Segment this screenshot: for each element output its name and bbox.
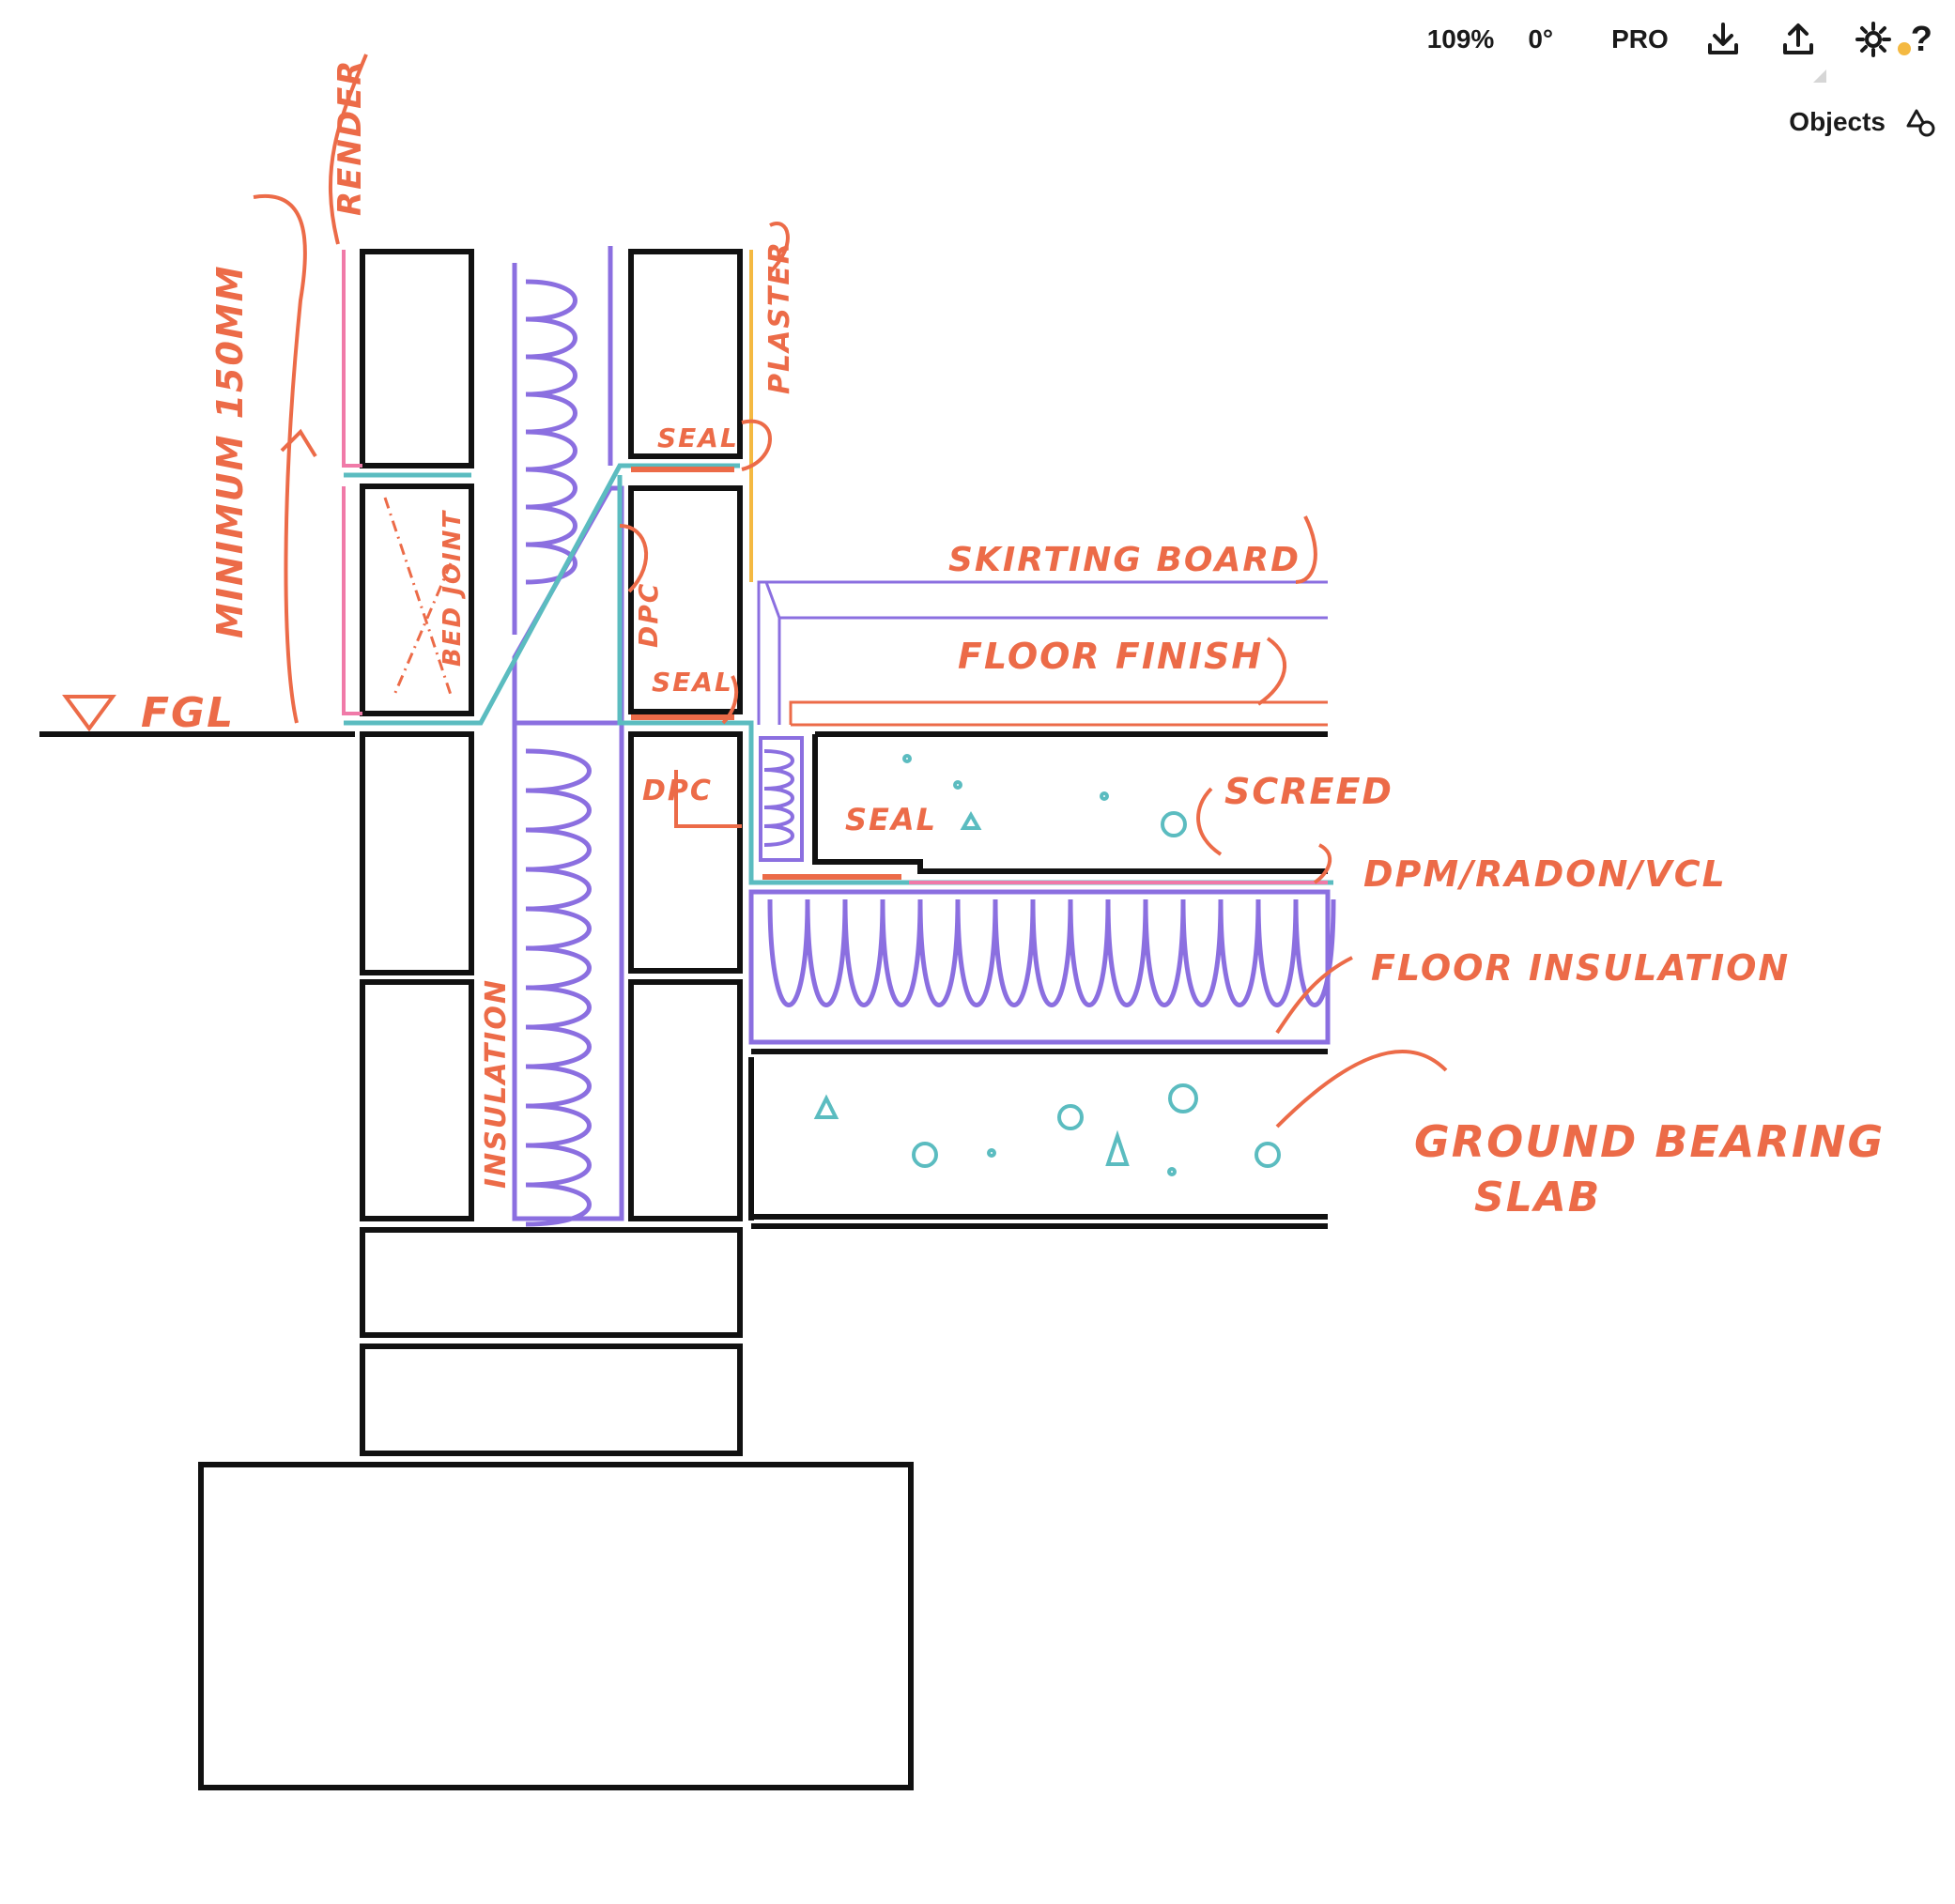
label-dpc-lower: DPC — [642, 775, 713, 807]
annotation-labels: RENDER MINIMUM 150MM FGL BED JOINT PLAST… — [62, 59, 1885, 1221]
download-icon[interactable] — [1701, 17, 1746, 62]
edge-insulation — [759, 736, 804, 862]
label-ground-slab-1: GROUND BEARING — [1414, 1116, 1885, 1167]
label-ground-slab-2: SLAB — [1474, 1174, 1601, 1221]
label-seal-mid: SEAL — [652, 667, 733, 698]
label-bed-joint: BED JOINT — [439, 510, 467, 667]
label-skirting: SKIRTING BOARD — [948, 541, 1301, 579]
screed-aggregate — [902, 754, 1187, 837]
objects-panel-toggle[interactable]: Objects — [1789, 105, 1938, 139]
label-cavity-insulation: INSULATION — [480, 978, 513, 1189]
label-seal-top: SEAL — [657, 422, 739, 453]
help-label: ? — [1910, 19, 1932, 59]
share-icon[interactable] — [1776, 17, 1826, 83]
drawing-canvas[interactable]: RENDER MINIMUM 150MM FGL BED JOINT PLAST… — [0, 0, 1955, 1904]
rotation-angle[interactable]: 0° — [1511, 24, 1570, 54]
label-seal-low: SEAL — [845, 802, 937, 837]
fgl-triangle-icon — [62, 695, 116, 732]
notification-dot — [1897, 41, 1911, 55]
floor-finish — [789, 700, 1328, 727]
label-render: RENDER — [331, 59, 369, 217]
pro-button[interactable]: PRO — [1594, 24, 1686, 54]
slab-aggregate — [813, 1083, 1281, 1176]
label-plaster: PLASTER — [763, 240, 796, 394]
label-minimum: MINIMUM 150MM — [209, 264, 251, 638]
cavity-insulation — [512, 246, 624, 1227]
label-screed: SCREED — [1224, 771, 1393, 812]
shapes-icon — [1906, 109, 1935, 137]
label-floor-finish: FLOOR FINISH — [958, 636, 1263, 677]
label-floor-insulation: FLOOR INSULATION — [1371, 947, 1790, 989]
floor-insulation — [748, 889, 1336, 1045]
zoom-level[interactable]: 109% — [1410, 24, 1512, 54]
objects-label: Objects — [1789, 107, 1886, 136]
help-icon[interactable]: ? — [1897, 19, 1938, 60]
settings-gear-icon[interactable] — [1851, 17, 1896, 62]
ground-bearing-slab — [748, 1049, 1328, 1229]
label-dpc-upper: DPC — [633, 582, 664, 648]
top-toolbar: 109% 0° PRO ? — [1410, 13, 1938, 83]
inner-leaf-blocks — [628, 249, 743, 1221]
label-fgl: FGL — [141, 689, 235, 737]
outer-leaf-blocks — [360, 249, 474, 1221]
label-dpm: DPM/RADON/VCL — [1363, 853, 1727, 895]
foundation-blocks — [198, 1227, 914, 1790]
corner-marker — [1812, 69, 1826, 83]
